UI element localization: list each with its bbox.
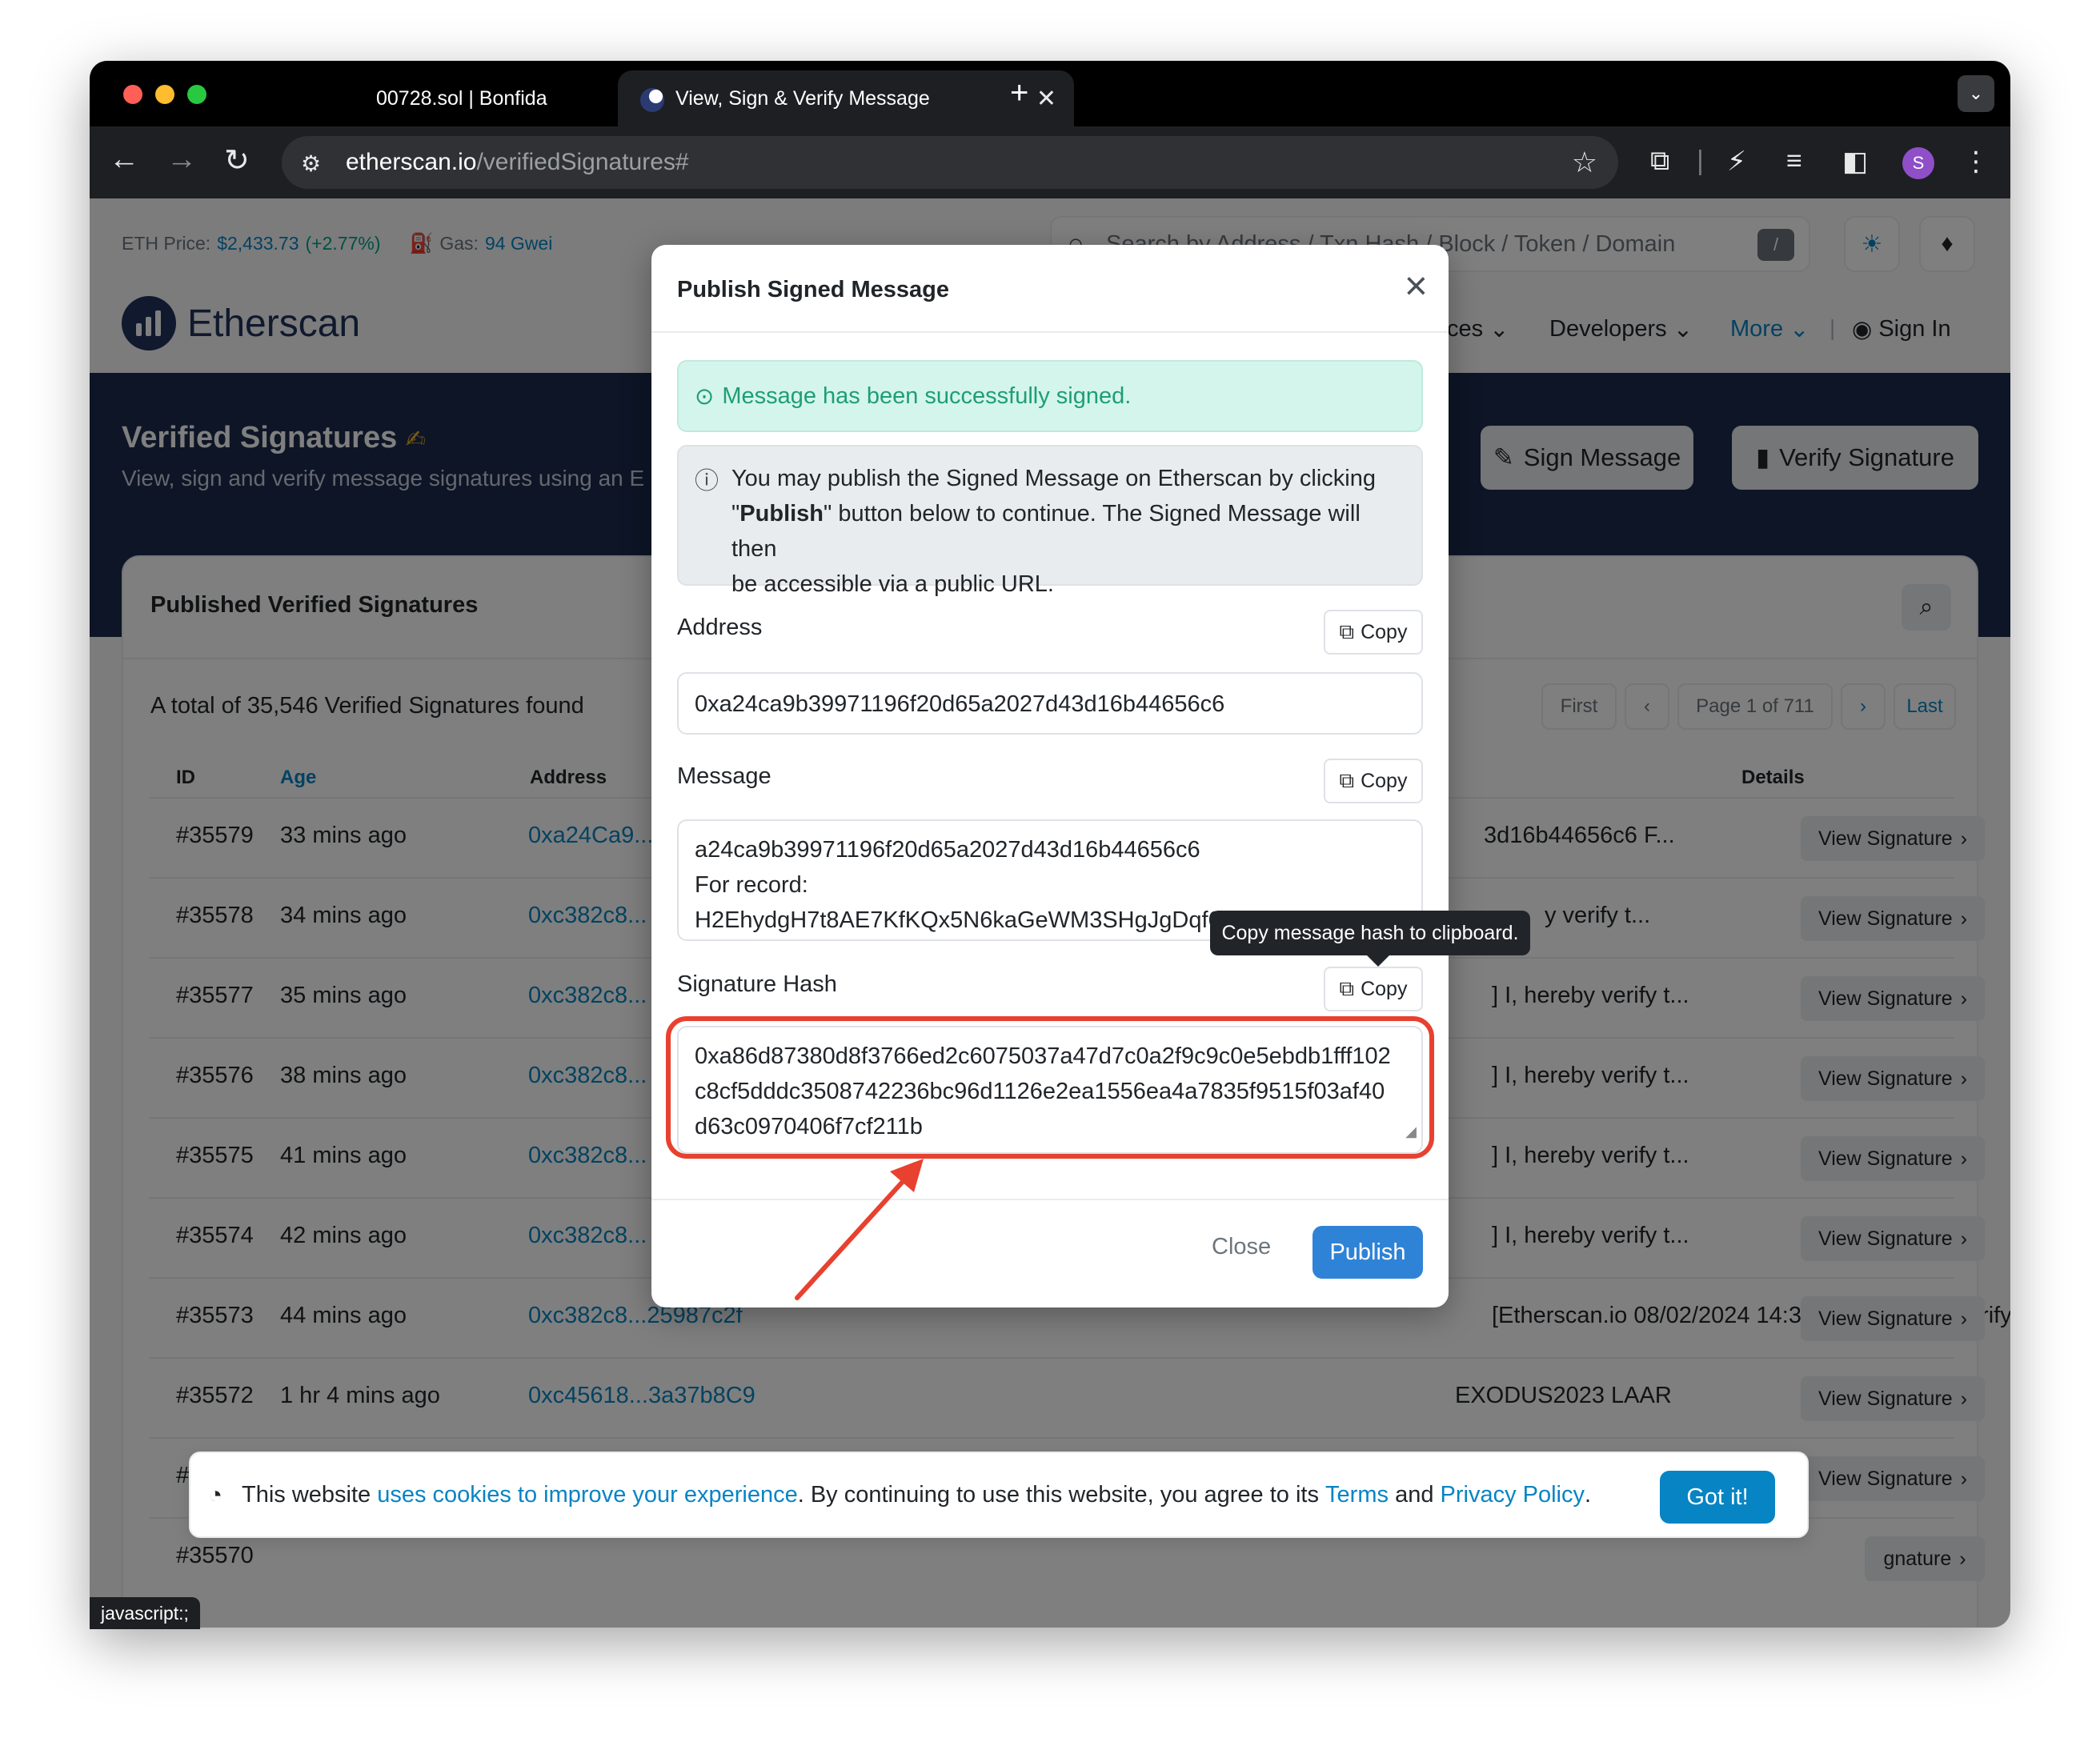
publish-button[interactable]: Publish bbox=[1312, 1226, 1423, 1279]
button-label: Copy bbox=[1361, 769, 1408, 792]
tab-etherscan[interactable]: View, Sign & Verify Message ✕ bbox=[618, 70, 1074, 126]
performance-icon[interactable]: ⚡ bbox=[1727, 146, 1746, 178]
message-label: Message bbox=[677, 763, 771, 789]
signature-label: Signature Hash bbox=[677, 971, 837, 997]
extensions-icon[interactable]: ⧉ bbox=[1650, 146, 1669, 177]
copy-signature-button[interactable]: ⧉ Copy bbox=[1324, 967, 1423, 1011]
tab-title: 00728.sol | Bonfida bbox=[376, 86, 547, 110]
favicon-icon bbox=[640, 88, 664, 112]
close-icon[interactable]: ✕ bbox=[1036, 85, 1056, 113]
address-value: 0xa24ca9b39971196f20d65a2027d43d16b44656… bbox=[695, 691, 1225, 717]
message-line: For record: bbox=[695, 872, 808, 898]
terms-link[interactable]: Terms bbox=[1325, 1482, 1389, 1508]
info-text: " bbox=[731, 501, 740, 527]
copy-address-button[interactable]: ⧉ Copy bbox=[1324, 610, 1423, 655]
cookie-policy-link[interactable]: uses cookies to improve your experience bbox=[377, 1482, 797, 1508]
address-bar[interactable]: ⚙ etherscan.io/verifiedSignatures# ☆ bbox=[282, 136, 1618, 189]
forward-arrow-icon[interactable]: → bbox=[166, 142, 197, 177]
tab-title: View, Sign & Verify Message bbox=[675, 86, 930, 110]
info-text: You may publish the Signed Message on Et… bbox=[731, 466, 1376, 491]
close-icon[interactable]: × bbox=[1405, 266, 1428, 306]
cookie-text: and bbox=[1395, 1481, 1434, 1508]
success-text: Message has been successfully signed. bbox=[722, 382, 1132, 409]
message-line: a24ca9b39971196f20d65a2027d43d16b44656c6 bbox=[695, 837, 1200, 863]
copy-icon: ⧉ bbox=[1339, 619, 1355, 643]
copy-message-button[interactable]: ⧉ Copy bbox=[1324, 759, 1423, 803]
media-controls-icon[interactable]: ≡ bbox=[1786, 146, 1802, 177]
address-field[interactable]: 0xa24ca9b39971196f20d65a2027d43d16b44656… bbox=[677, 672, 1423, 735]
copy-tooltip: Copy message hash to clipboard. bbox=[1210, 911, 1530, 967]
cookie-text: . By continuing to use this website, you… bbox=[797, 1481, 1319, 1508]
url-path: /verifiedSignatures# bbox=[476, 149, 689, 175]
button-label: Copy bbox=[1361, 977, 1408, 1000]
back-arrow-icon[interactable]: ← bbox=[109, 142, 139, 177]
bookmark-star-icon[interactable]: ☆ bbox=[1572, 146, 1597, 179]
info-circle-icon: ⓘ bbox=[695, 468, 719, 495]
info-alert: ⓘ You may publish the Signed Message on … bbox=[677, 445, 1423, 597]
modal-title: Publish Signed Message bbox=[677, 277, 950, 302]
info-text: be accessible via a public URL. bbox=[731, 571, 1054, 597]
accept-cookies-button[interactable]: Got it! bbox=[1660, 1471, 1775, 1524]
browser-toolbar: ← → ↻ ⚙ etherscan.io/verifiedSignatures#… bbox=[90, 126, 2010, 198]
cookie-icon: ◔ bbox=[208, 1482, 223, 1508]
side-panel-icon[interactable]: ◧ bbox=[1842, 146, 1868, 178]
copy-icon: ⧉ bbox=[1339, 976, 1355, 1000]
info-bold-text: Publish bbox=[739, 501, 824, 527]
toolbar-separator: | bbox=[1697, 146, 1704, 176]
kebab-menu-icon[interactable]: ⋮ bbox=[1962, 146, 1990, 178]
annotation-highlight-box bbox=[666, 1016, 1434, 1159]
tab-strip: 00728.sol | Bonfida ✕ View, Sign & Verif… bbox=[90, 61, 2010, 126]
url-host: etherscan.io bbox=[346, 149, 477, 175]
chevron-down-icon[interactable]: ⌄ bbox=[1958, 75, 1994, 112]
privacy-policy-link[interactable]: Privacy Policy bbox=[1441, 1482, 1585, 1508]
close-window-button[interactable] bbox=[123, 85, 142, 104]
success-alert: ⊙ Message has been successfully signed. bbox=[677, 360, 1423, 432]
modal-footer: Close Publish bbox=[651, 1199, 1449, 1307]
cookie-banner: ◔ This website uses cookies to improve y… bbox=[189, 1452, 1809, 1538]
info-text: " button below to continue. The Signed M… bbox=[731, 501, 1361, 562]
check-circle-icon: ⊙ bbox=[695, 383, 715, 410]
maximize-window-button[interactable] bbox=[187, 85, 206, 104]
close-button[interactable]: Close bbox=[1212, 1234, 1271, 1260]
status-bar-url: javascript:; bbox=[90, 1597, 200, 1629]
reload-icon[interactable]: ↻ bbox=[224, 142, 250, 178]
minimize-window-button[interactable] bbox=[155, 85, 174, 104]
copy-icon: ⧉ bbox=[1339, 768, 1355, 792]
new-tab-icon[interactable]: + bbox=[1010, 75, 1028, 111]
modal-header: Publish Signed Message × bbox=[651, 245, 1449, 333]
avatar[interactable]: S bbox=[1902, 147, 1934, 179]
button-label: Copy bbox=[1361, 620, 1408, 643]
cookie-text: . bbox=[1585, 1481, 1592, 1508]
address-label: Address bbox=[677, 615, 763, 640]
cookie-text: This website bbox=[242, 1481, 371, 1508]
site-settings-icon[interactable]: ⚙ bbox=[301, 150, 321, 177]
